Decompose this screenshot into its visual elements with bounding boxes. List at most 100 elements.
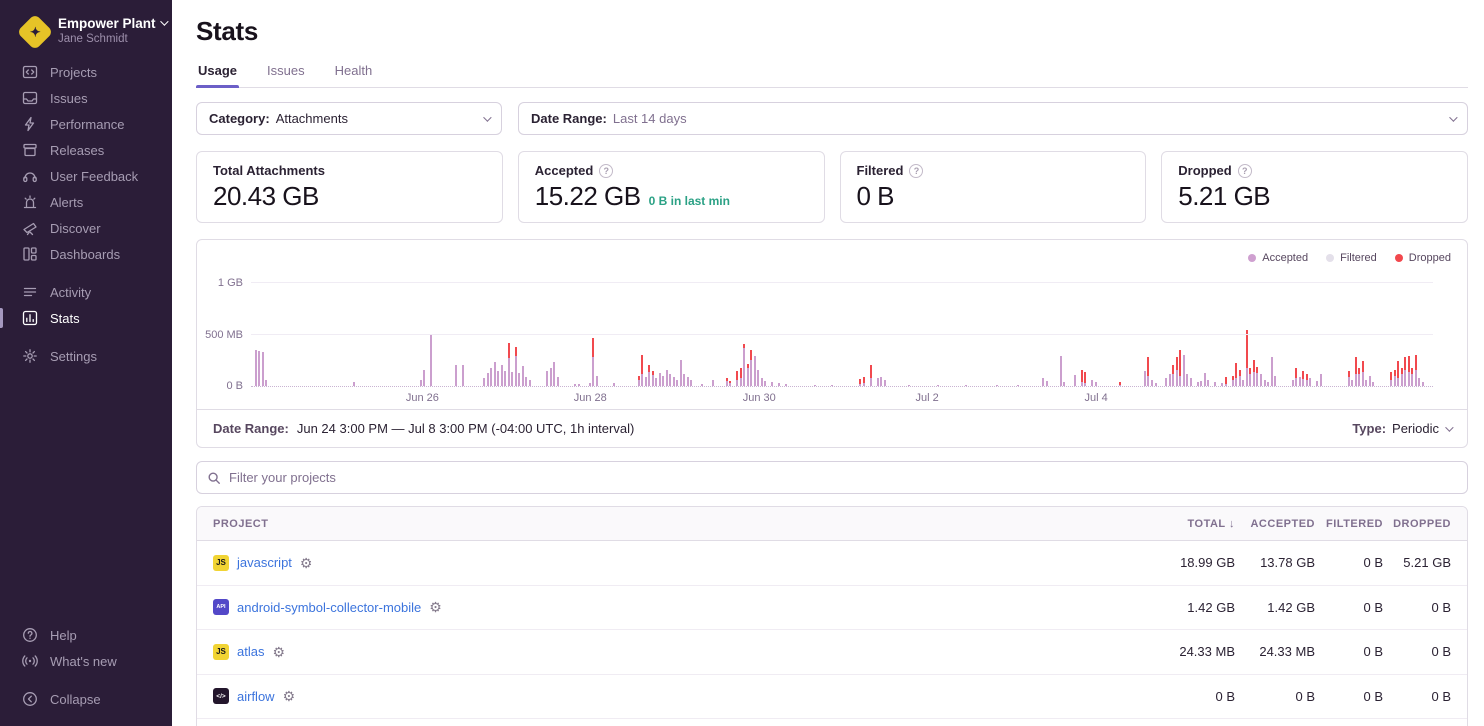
footer-daterange-value: Jun 24 3:00 PM — Jul 8 3:00 PM (-04:00 U… — [297, 421, 634, 436]
card-dropped: Dropped? 5.21 GB — [1161, 151, 1468, 223]
sidebar-item-dashboards[interactable]: Dashboards — [0, 241, 172, 267]
table-row-partial — [197, 719, 1467, 726]
legend-accepted[interactable]: Accepted — [1248, 252, 1308, 264]
y-axis-label: 0 B — [226, 380, 243, 392]
user-name: Jane Schmidt — [58, 33, 166, 45]
project-link[interactable]: atlas — [237, 644, 264, 659]
sidebar-footer: Help What's new Collapse — [0, 622, 172, 712]
usage-bar-chart[interactable]: 0 B500 MB1 GB Jun 26Jun 28Jun 30Jul 2Jul… — [251, 274, 1433, 409]
card-value: 0 B — [857, 181, 895, 212]
siren-icon — [22, 194, 38, 210]
card-value: 15.22 GB — [535, 181, 641, 212]
card-value: 20.43 GB — [213, 181, 319, 212]
legend-dropped[interactable]: Dropped — [1395, 252, 1451, 264]
sidebar-item-performance[interactable]: Performance — [0, 111, 172, 137]
sidebar-item-settings[interactable]: Settings — [0, 343, 172, 369]
sidebar-item-collapse[interactable]: Collapse — [0, 686, 172, 712]
legend-dot — [1248, 254, 1256, 262]
main-content: Stats Usage Issues Health Category: Atta… — [172, 0, 1484, 726]
card-accepted: Accepted? 15.22 GB 0 B in last min — [518, 151, 825, 223]
projects-table: PROJECT TOTAL ↓ ACCEPTED FILTERED DROPPE… — [196, 506, 1468, 726]
project-settings-icon[interactable]: ⚙ — [429, 600, 442, 614]
broadcast-icon — [22, 653, 38, 669]
releases-icon — [22, 142, 38, 158]
tab-usage[interactable]: Usage — [196, 63, 239, 87]
card-total-attachments: Total Attachments 20.43 GB — [196, 151, 503, 223]
lightning-icon — [22, 116, 38, 132]
org-name: Empower Plant — [58, 16, 166, 31]
help-icon — [22, 627, 38, 643]
sidebar-item-releases[interactable]: Releases — [0, 137, 172, 163]
col-accepted[interactable]: ACCEPTED — [1235, 518, 1315, 530]
tab-issues[interactable]: Issues — [265, 63, 307, 87]
dashboards-icon — [22, 246, 38, 262]
search-icon — [207, 471, 221, 485]
table-row: JS javascript ⚙ 18.99 GB 13.78 GB 0 B 5.… — [197, 541, 1467, 586]
app-window: ✦ Empower Plant Jane Schmidt Projects Is… — [0, 0, 1484, 726]
col-total-sorted[interactable]: TOTAL ↓ — [1115, 518, 1235, 530]
chevron-down-icon — [160, 17, 168, 25]
project-link[interactable]: javascript — [237, 555, 292, 570]
nav-divider — [0, 674, 172, 686]
sidebar-item-whats-new[interactable]: What's new — [0, 648, 172, 674]
help-circle-icon[interactable]: ? — [909, 164, 923, 178]
headset-icon — [22, 168, 38, 184]
stats-content: Category: Attachments Date Range: Last 1… — [172, 88, 1484, 726]
card-trend: 0 B in last min — [649, 194, 730, 208]
x-axis-label: Jun 28 — [574, 392, 607, 404]
telescope-icon — [22, 220, 38, 236]
daterange-select[interactable]: Date Range: Last 14 days — [518, 102, 1468, 135]
project-link[interactable]: android-symbol-collector-mobile — [237, 600, 421, 615]
col-filtered[interactable]: FILTERED — [1315, 518, 1383, 530]
chevron-down-icon — [483, 113, 491, 121]
legend-filtered[interactable]: Filtered — [1326, 252, 1377, 264]
sidebar-item-issues[interactable]: Issues — [0, 85, 172, 111]
filter-row: Category: Attachments Date Range: Last 1… — [196, 102, 1468, 135]
chart-legend: Accepted Filtered Dropped — [197, 240, 1467, 266]
project-settings-icon[interactable]: ⚙ — [283, 689, 296, 703]
table-row: </> airflow ⚙ 0 B 0 B 0 B 0 B — [197, 675, 1467, 720]
sidebar-item-activity[interactable]: Activity — [0, 279, 172, 305]
col-dropped[interactable]: DROPPED — [1383, 518, 1451, 530]
usage-chart-panel: Accepted Filtered Dropped 0 B500 MB1 GB — [196, 239, 1468, 448]
org-switcher[interactable]: ✦ Empower Plant Jane Schmidt — [0, 12, 172, 59]
platform-badge-code: </> — [213, 688, 229, 704]
stats-icon — [22, 310, 38, 326]
sidebar-item-discover[interactable]: Discover — [0, 215, 172, 241]
gridline — [251, 334, 1433, 335]
sidebar-item-help[interactable]: Help — [0, 622, 172, 648]
legend-dot — [1326, 254, 1334, 262]
sidebar-item-user-feedback[interactable]: User Feedback — [0, 163, 172, 189]
x-axis-label: Jun 26 — [406, 392, 439, 404]
col-project[interactable]: PROJECT — [213, 518, 1115, 530]
category-select[interactable]: Category: Attachments — [196, 102, 502, 135]
sidebar-item-alerts[interactable]: Alerts — [0, 189, 172, 215]
collapse-icon — [22, 691, 38, 707]
card-label: Accepted? — [535, 163, 808, 178]
footer-daterange-label: Date Range: — [213, 421, 289, 436]
card-label: Dropped? — [1178, 163, 1451, 178]
sidebar-item-stats[interactable]: Stats — [0, 305, 172, 331]
chart-x-axis: Jun 26Jun 28Jun 30Jul 2Jul 4 — [251, 387, 1433, 409]
help-circle-icon[interactable]: ? — [1238, 164, 1252, 178]
chart-type-toggle[interactable]: Type: Periodic — [1352, 421, 1451, 436]
chart-bars — [251, 274, 1433, 386]
score-cards: Total Attachments 20.43 GB Accepted? 15.… — [196, 151, 1468, 223]
help-circle-icon[interactable]: ? — [599, 164, 613, 178]
card-filtered: Filtered? 0 B — [840, 151, 1147, 223]
x-axis-label: Jun 30 — [743, 392, 776, 404]
org-logo-icon: ✦ — [17, 14, 54, 51]
tab-bar: Usage Issues Health — [196, 63, 1468, 88]
y-axis-label: 1 GB — [218, 277, 243, 289]
activity-icon — [22, 284, 38, 300]
search-input[interactable] — [229, 470, 1457, 485]
x-axis-label: Jul 2 — [915, 392, 938, 404]
table-row: JS atlas ⚙ 24.33 MB 24.33 MB 0 B 0 B — [197, 630, 1467, 675]
sidebar-item-projects[interactable]: Projects — [0, 59, 172, 85]
project-settings-icon[interactable]: ⚙ — [272, 645, 285, 659]
chevron-down-icon — [1449, 113, 1457, 121]
tab-health[interactable]: Health — [333, 63, 375, 87]
project-link[interactable]: airflow — [237, 689, 275, 704]
project-settings-icon[interactable]: ⚙ — [300, 556, 313, 570]
nav-divider — [0, 331, 172, 343]
